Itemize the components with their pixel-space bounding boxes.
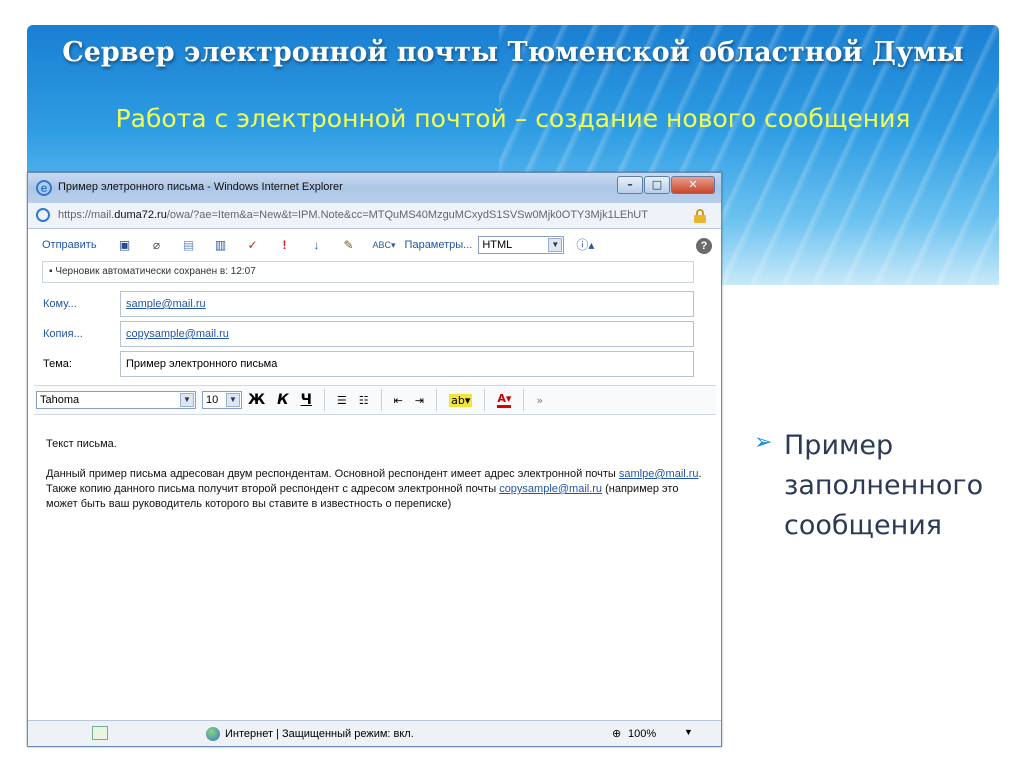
address-bar[interactable]: https://mail.duma72.ru/owa/?ae=Item&a=Ne… xyxy=(28,203,721,229)
slide-title: Сервер электронной почты Тюменской облас… xyxy=(62,37,964,68)
email-link[interactable]: samlpe@mail.ru xyxy=(619,468,699,480)
window-titlebar[interactable]: e Пример элетронного письма - Windows In… xyxy=(28,173,721,203)
draft-notice: ▪ Черновик автоматически сохранен в: 12:… xyxy=(42,261,694,283)
send-button[interactable]: Отправить xyxy=(42,239,97,251)
ie-logo-icon: e xyxy=(36,180,52,196)
low-importance-icon[interactable]: ↓ xyxy=(309,237,325,253)
info-icon[interactable]: ⓘ▴ xyxy=(576,237,594,253)
lock-icon[interactable] xyxy=(694,209,706,223)
bold-button[interactable]: Ж xyxy=(248,392,265,408)
security-zone: Интернет | Защищенный режим: вкл. xyxy=(225,728,414,740)
spellcheck-icon[interactable]: ABC▾ xyxy=(373,237,396,253)
slide-subtitle: Работа с электронной почтой – создание н… xyxy=(115,104,911,133)
email-link[interactable]: copysample@mail.ru xyxy=(499,483,602,495)
address-url[interactable]: https://mail.duma72.ru/owa/?ae=Item&a=Ne… xyxy=(58,209,690,221)
subject-label: Тема: xyxy=(43,358,72,370)
font-select[interactable]: Tahoma ▼ xyxy=(36,391,196,409)
subject-field[interactable]: Пример электронного письма xyxy=(120,351,694,377)
window-title: Пример элетронного письма - Windows Inte… xyxy=(58,181,343,193)
zoom-dropdown-icon[interactable]: ▼ xyxy=(684,727,693,737)
zoom-icon[interactable]: ⊕ xyxy=(612,727,621,740)
options-button[interactable]: Параметры... xyxy=(405,239,473,251)
cc-label[interactable]: Копия... xyxy=(43,328,83,340)
save-icon[interactable]: ▣ xyxy=(117,237,133,253)
highlight-icon[interactable]: ab▾ xyxy=(449,393,473,407)
minimize-button[interactable]: – xyxy=(617,176,643,194)
formatting-toolbar: Tahoma ▼ 10 ▼ Ж К Ч ☰ ☷ ⇤ ⇥ ab▾ A▾ » xyxy=(34,385,716,415)
font-size-select[interactable]: 10 ▼ xyxy=(202,391,242,409)
message-paragraph: Данный пример письма адресован двум респ… xyxy=(46,468,702,510)
italic-button[interactable]: К xyxy=(277,392,288,408)
more-options-icon[interactable]: » xyxy=(536,394,543,407)
format-select[interactable]: HTML ▼ xyxy=(478,236,565,254)
toolbar-separator xyxy=(323,389,325,411)
numbered-list-icon[interactable]: ☷ xyxy=(359,394,369,407)
increase-indent-icon[interactable]: ⇥ xyxy=(415,394,424,407)
status-bar: Интернет | Защищенный режим: вкл. ⊕ 100%… xyxy=(28,720,721,746)
message-body[interactable]: Текст письма. Данный пример письма адрес… xyxy=(46,437,706,512)
window-controls: – □ ✕ xyxy=(616,176,715,194)
globe-icon xyxy=(206,727,220,741)
toolbar-separator xyxy=(523,389,525,411)
owa-compose: Отправить ▣ ⌀ ▤ ▥ ✓ ! ↓ ✎ ABC▾ Параметры… xyxy=(34,231,716,721)
message-line: Текст письма. xyxy=(46,438,117,450)
decrease-indent-icon[interactable]: ⇤ xyxy=(394,394,403,407)
to-field[interactable]: sample@mail.ru xyxy=(120,291,694,317)
compose-toolbar: Отправить ▣ ⌀ ▤ ▥ ✓ ! ↓ ✎ ABC▾ Параметры… xyxy=(34,233,716,257)
address-book-icon[interactable]: ▥ xyxy=(213,237,229,253)
bullet-text: Пример заполненного сообщения xyxy=(784,430,984,541)
help-icon[interactable]: ? xyxy=(696,238,712,254)
page-icon xyxy=(36,208,50,222)
font-color-icon[interactable]: A▾ xyxy=(497,392,512,408)
cc-field[interactable]: copysample@mail.ru xyxy=(120,321,694,347)
underline-button[interactable]: Ч xyxy=(301,392,312,408)
toolbar-separator xyxy=(484,389,486,411)
to-label[interactable]: Кому... xyxy=(43,298,77,310)
zoom-level[interactable]: 100% xyxy=(628,728,656,740)
high-importance-icon[interactable]: ! xyxy=(277,237,293,253)
ie-window: e Пример элетронного письма - Windows In… xyxy=(27,172,722,747)
insert-image-icon[interactable]: ▤ xyxy=(181,237,197,253)
attach-icon[interactable]: ⌀ xyxy=(149,237,165,253)
signature-icon[interactable]: ✎ xyxy=(341,237,357,253)
maximize-button[interactable]: □ xyxy=(644,176,670,194)
toolbar-separator xyxy=(436,389,438,411)
check-names-icon[interactable]: ✓ xyxy=(245,237,261,253)
bullet-list-icon[interactable]: ☰ xyxy=(337,394,347,407)
toolbar-separator xyxy=(380,389,382,411)
close-button[interactable]: ✕ xyxy=(671,176,715,194)
page-status-icon xyxy=(92,726,108,740)
